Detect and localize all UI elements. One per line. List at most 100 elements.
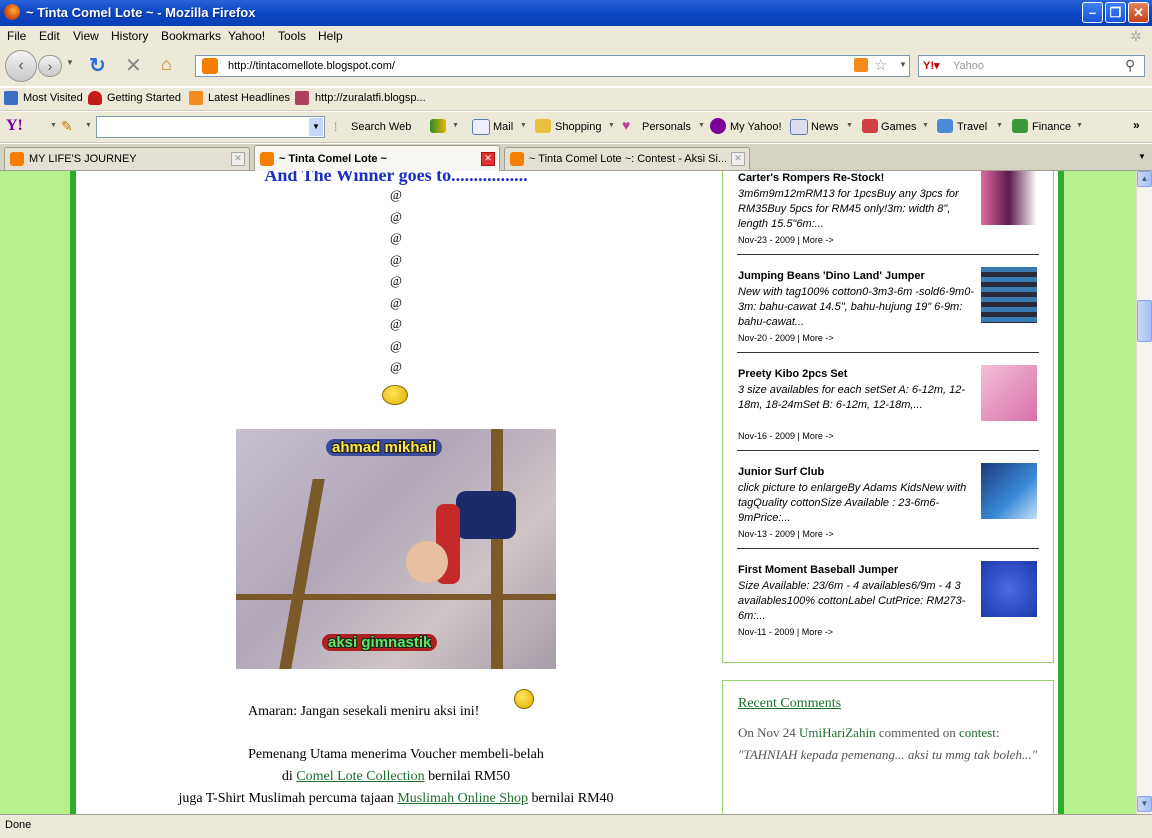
bookmark-zuralatfi[interactable]: http://zuralatfi.blogsp... [315, 92, 426, 104]
comel-lote-collection-link[interactable]: Comel Lote Collection [296, 769, 424, 784]
at-sign: @ [390, 252, 402, 267]
shield-icon[interactable] [430, 119, 446, 133]
tab-close-icon[interactable]: ✕ [481, 152, 495, 166]
separator-icon: ⁞ [334, 120, 338, 134]
at-sign: @ [390, 316, 402, 331]
tab-tinta-comel-lote[interactable]: ~ Tinta Comel Lote ~ ✕ [254, 145, 500, 171]
menu-history[interactable]: History [111, 29, 148, 43]
search-web-button[interactable]: Search Web [351, 121, 411, 133]
mail-dropdown-icon[interactable]: ▼ [520, 122, 527, 129]
menu-edit[interactable]: Edit [39, 29, 60, 43]
travel-dropdown-icon[interactable]: ▼ [996, 122, 1003, 129]
reload-icon[interactable]: ↻ [89, 53, 106, 78]
tab-contest[interactable]: ~ Tinta Comel Lote ~: Contest - Aksi Si.… [504, 147, 750, 170]
child-body [456, 491, 516, 539]
minimize-button[interactable]: – [1082, 2, 1103, 23]
yahoo-search-engine-icon[interactable]: Y!▾ [923, 59, 940, 72]
home-icon[interactable]: ⌂ [161, 54, 172, 75]
personals-button[interactable]: Personals [642, 121, 691, 133]
tab-my-lifes-journey[interactable]: MY LIFE'S JOURNEY ✕ [4, 147, 250, 170]
at-sign: @ [390, 338, 402, 353]
product-title[interactable]: Jumping Beans 'Dino Land' Jumper [738, 270, 925, 282]
product-meta[interactable]: Nov-16 - 2009 | More -> [738, 431, 834, 441]
yahoo-logo-icon[interactable]: Y! [6, 117, 23, 135]
shopping-button[interactable]: Shopping [555, 121, 602, 133]
blogger-favicon-icon [260, 152, 274, 166]
my-yahoo-button[interactable]: My Yahoo! [730, 121, 782, 133]
product-meta[interactable]: Nov-23 - 2009 | More -> [738, 235, 834, 245]
rss-feed-icon[interactable] [854, 58, 868, 72]
tab-list-dropdown-icon[interactable]: ▼ [1138, 152, 1146, 161]
pencil-icon[interactable]: ✎ [61, 118, 73, 135]
finance-button[interactable]: Finance [1032, 121, 1071, 133]
search-icon[interactable]: ⚲ [1125, 57, 1135, 74]
firefox-icon [4, 4, 20, 20]
throbber-icon: ✲ [1130, 28, 1142, 44]
stop-icon[interactable]: ✕ [125, 53, 142, 78]
pencil-dropdown-icon[interactable]: ▼ [85, 122, 92, 129]
product-thumbnail[interactable] [981, 561, 1037, 617]
bookmark-star-icon[interactable]: ☆ [874, 56, 887, 74]
at-sign: @ [390, 295, 402, 310]
menu-view[interactable]: View [73, 29, 99, 43]
news-dropdown-icon[interactable]: ▼ [846, 122, 853, 129]
tab-close-icon[interactable]: ✕ [231, 152, 245, 166]
games-button[interactable]: Games [881, 121, 916, 133]
maximize-button[interactable]: ❐ [1105, 2, 1126, 23]
prize-line-3: juga T-Shirt Muslimah percuma tajaan Mus… [86, 791, 706, 807]
url-bar[interactable]: http://tintacomellote.blogspot.com/ ☆ ▼ [195, 55, 910, 77]
menu-yahoo[interactable]: Yahoo! [228, 29, 265, 43]
product-title[interactable]: First Moment Baseball Jumper [738, 564, 898, 576]
url-dropdown-icon[interactable]: ▼ [899, 60, 907, 69]
product-thumbnail[interactable] [981, 463, 1037, 519]
product-meta[interactable]: Nov-20 - 2009 | More -> [738, 333, 834, 343]
comment-author-link[interactable]: UmiHariZahin [799, 725, 876, 740]
vertical-scrollbar[interactable]: ▲ ▼ [1136, 171, 1152, 814]
travel-button[interactable]: Travel [957, 121, 987, 133]
menu-bookmarks[interactable]: Bookmarks [161, 29, 221, 43]
tab-close-icon[interactable]: ✕ [731, 152, 745, 166]
toolbar-overflow-icon[interactable]: » [1133, 118, 1140, 132]
menu-tools[interactable]: Tools [278, 29, 306, 43]
product-thumbnail[interactable] [981, 365, 1037, 421]
menu-file[interactable]: File [7, 29, 26, 43]
back-button[interactable]: ‹ [5, 50, 37, 82]
product-title[interactable]: Preety Kibo 2pcs Set [738, 368, 847, 380]
tab-bar: MY LIFE'S JOURNEY ✕ ~ Tinta Comel Lote ~… [0, 144, 1152, 171]
product-meta[interactable]: Nov-13 - 2009 | More -> [738, 529, 834, 539]
history-dropdown-icon[interactable]: ▼ [66, 58, 74, 67]
comment-post-link[interactable]: contest [959, 725, 996, 740]
at-sign: @ [390, 209, 402, 224]
shopping-dropdown-icon[interactable]: ▼ [608, 122, 615, 129]
prize-line-2-suffix: bernilai RM50 [424, 769, 511, 784]
mail-button[interactable]: Mail [493, 121, 513, 133]
product-thumbnail[interactable] [981, 267, 1037, 323]
status-bar: Done [0, 814, 1152, 838]
product-meta[interactable]: Nov-11 - 2009 | More -> [738, 627, 833, 637]
product-thumbnail[interactable] [981, 171, 1037, 225]
shield-dropdown-icon[interactable]: ▼ [452, 122, 459, 129]
product-title[interactable]: Carter's Rompers Re-Stock! [738, 172, 884, 184]
yahoo-dropdown-icon[interactable]: ▼ [50, 122, 57, 129]
bookmark-getting-started[interactable]: Getting Started [107, 92, 181, 104]
scroll-up-button[interactable]: ▲ [1137, 171, 1152, 187]
bookmark-latest-headlines[interactable]: Latest Headlines [208, 92, 290, 104]
bookmark-most-visited[interactable]: Most Visited [23, 92, 83, 104]
close-button[interactable]: ✕ [1128, 2, 1149, 23]
personals-dropdown-icon[interactable]: ▼ [698, 122, 705, 129]
muslimah-online-shop-link[interactable]: Muslimah Online Shop [397, 791, 528, 806]
search-box[interactable]: Y!▾ Yahoo ⚲ [918, 55, 1145, 77]
games-dropdown-icon[interactable]: ▼ [922, 122, 929, 129]
forward-button[interactable]: › [38, 55, 62, 77]
product-title[interactable]: Junior Surf Club [738, 466, 824, 478]
yahoo-search-input[interactable]: ▼ [96, 116, 325, 138]
travel-icon [937, 119, 953, 133]
search-placeholder: Yahoo [953, 60, 984, 72]
finance-dropdown-icon[interactable]: ▼ [1076, 122, 1083, 129]
scroll-down-button[interactable]: ▼ [1137, 796, 1152, 812]
yahoo-search-dropdown-icon[interactable]: ▼ [309, 118, 323, 136]
news-button[interactable]: News [811, 121, 839, 133]
recent-comments-title[interactable]: Recent Comments [738, 696, 841, 712]
scroll-thumb[interactable] [1137, 300, 1152, 342]
menu-help[interactable]: Help [318, 29, 343, 43]
